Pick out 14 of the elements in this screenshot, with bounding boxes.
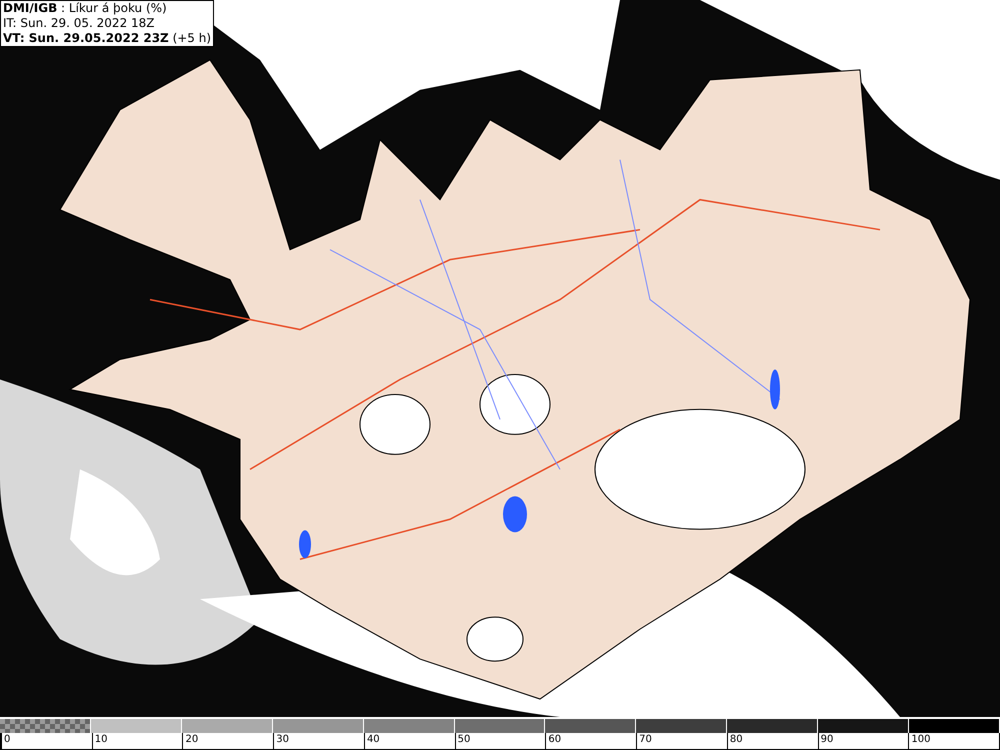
title-line: IT: Sun. 29. 05. 2022 18Z bbox=[3, 16, 156, 31]
title-line: VT: Sun. 29.05.2022 23Z (+5 h) bbox=[3, 31, 212, 46]
scale-label: 90 bbox=[820, 733, 834, 746]
scale-label: 60 bbox=[548, 733, 562, 746]
scale-label: 70 bbox=[639, 733, 653, 746]
scale-label: 80 bbox=[730, 733, 744, 746]
scale-label: 0 bbox=[4, 733, 12, 746]
scale-label: 100 bbox=[911, 733, 932, 746]
scale-label: 20 bbox=[185, 733, 200, 746]
scale-label: 40 bbox=[366, 733, 381, 746]
scale-label: 50 bbox=[458, 733, 472, 746]
scale-label: 30 bbox=[276, 733, 290, 746]
scale-label: 10 bbox=[94, 733, 108, 746]
title-line: DMI/IGB : Líkur á þoku (%) bbox=[3, 1, 168, 16]
